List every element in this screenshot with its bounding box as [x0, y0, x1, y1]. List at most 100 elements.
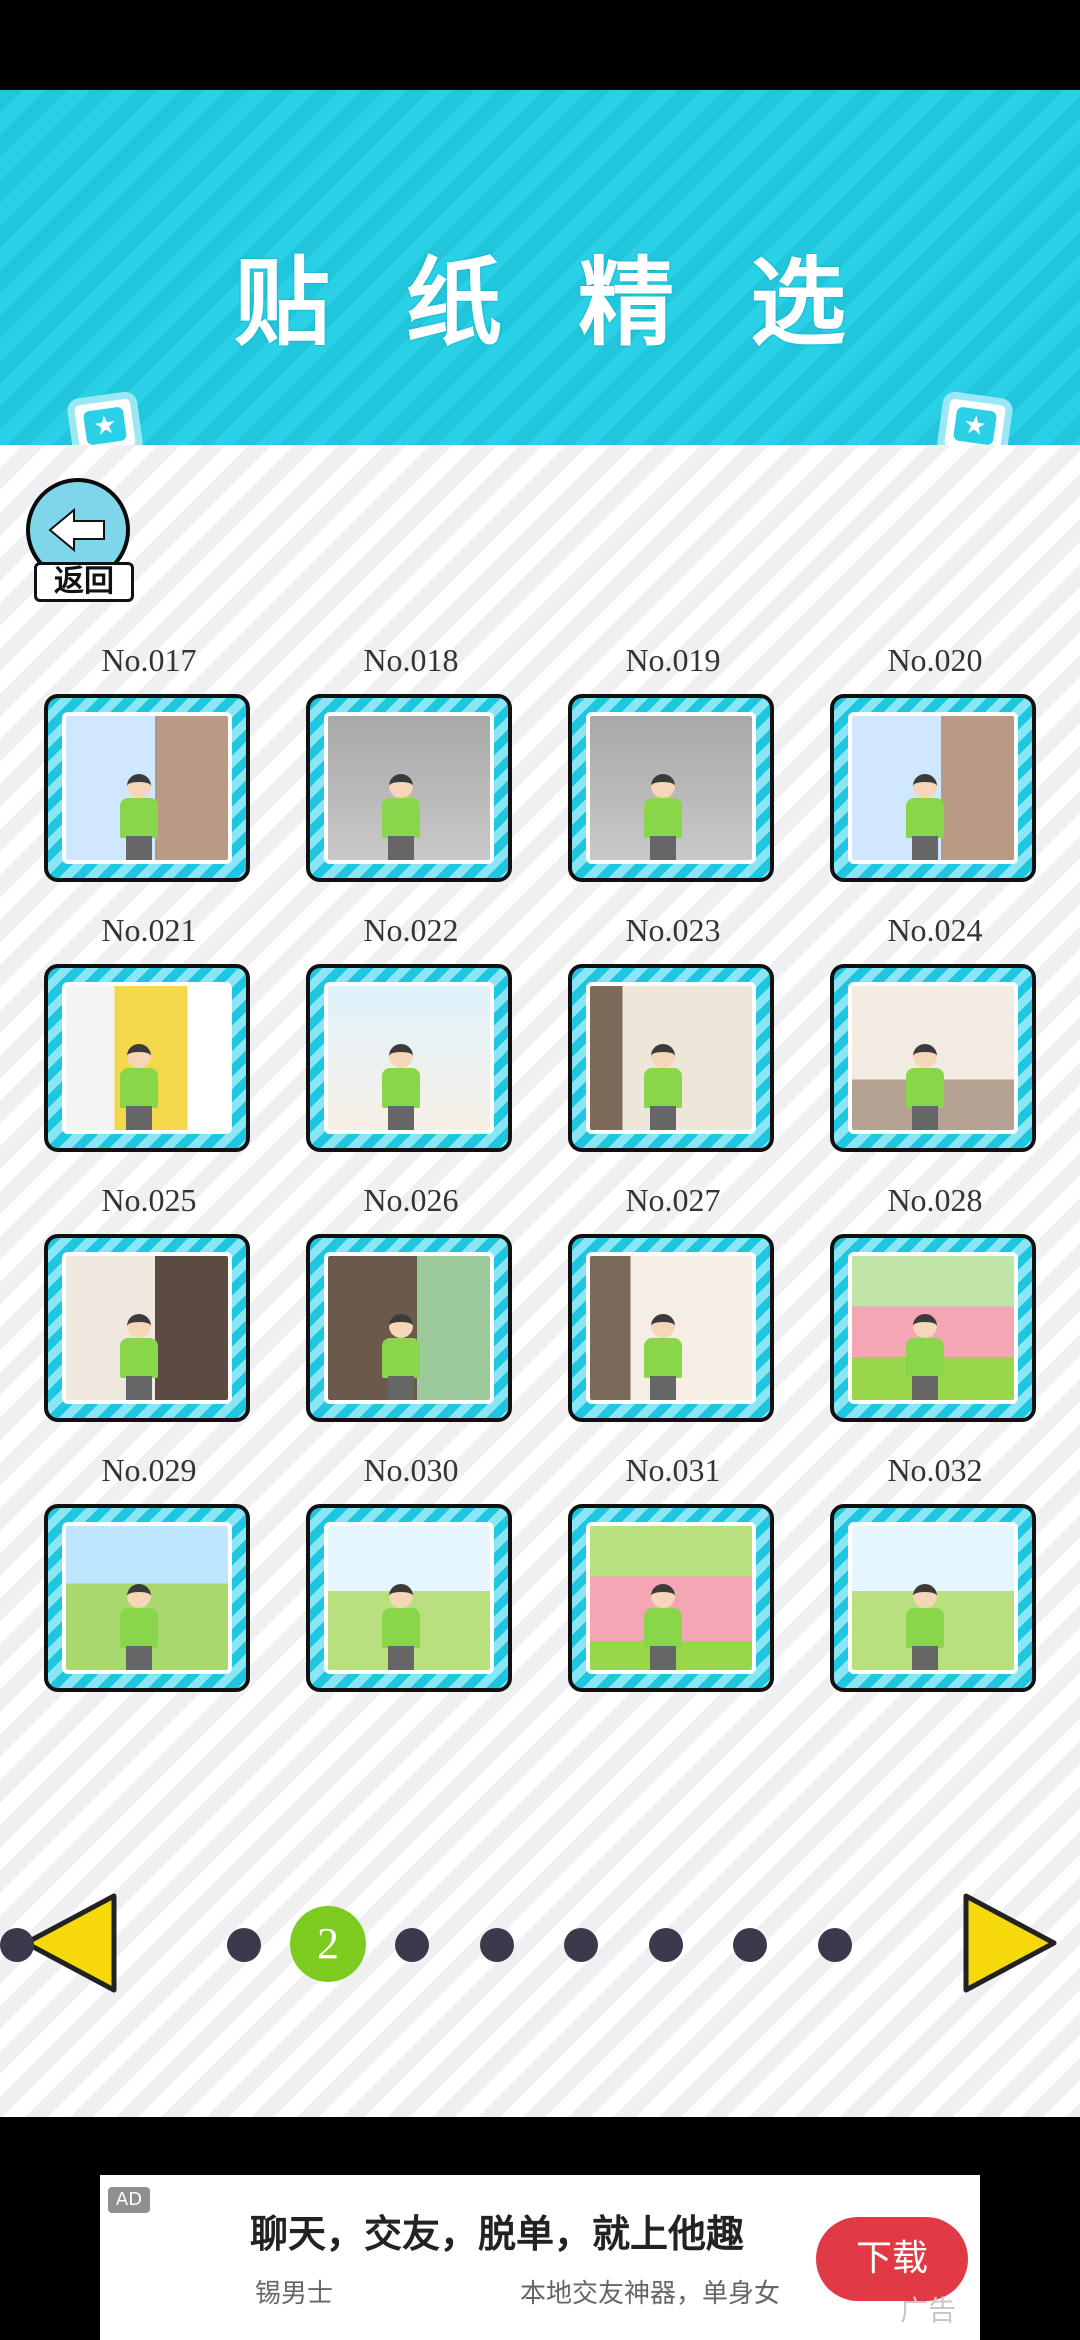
- sticker-item[interactable]: No.030: [306, 1450, 516, 1692]
- sticker-image: [62, 982, 232, 1134]
- sticker-frame[interactable]: [568, 1504, 774, 1692]
- character-figure: [640, 774, 686, 860]
- sticker-frame[interactable]: [568, 1234, 774, 1422]
- sticker-number: No.026: [363, 1182, 459, 1218]
- sticker-item[interactable]: No.018: [306, 640, 516, 882]
- sticker-item[interactable]: No.020: [830, 640, 1040, 882]
- status-bar: [0, 0, 1080, 90]
- character-figure: [116, 1044, 162, 1130]
- sticker-item[interactable]: No.023: [568, 910, 778, 1152]
- sticker-image: [848, 982, 1018, 1134]
- character-figure: [640, 1044, 686, 1130]
- sticker-item[interactable]: No.032: [830, 1450, 1040, 1692]
- sticker-number: No.023: [625, 912, 721, 948]
- prev-page-button[interactable]: [18, 1888, 128, 1998]
- sticker-number: No.019: [625, 642, 721, 678]
- sticker-item[interactable]: No.031: [568, 1450, 778, 1692]
- page-dot[interactable]: [649, 1928, 683, 1962]
- sticker-image: [324, 1252, 494, 1404]
- sticker-item[interactable]: No.022: [306, 910, 516, 1152]
- sticker-image: [848, 1522, 1018, 1674]
- sticker-frame[interactable]: [44, 694, 250, 882]
- page-indicator-active: 2: [290, 1906, 366, 1982]
- sticker-image: [848, 712, 1018, 864]
- sticker-number: No.024: [887, 912, 983, 948]
- sticker-item[interactable]: No.027: [568, 1180, 778, 1422]
- sticker-image: [324, 712, 494, 864]
- sticker-frame[interactable]: [44, 964, 250, 1152]
- back-button[interactable]: 返回: [26, 478, 138, 608]
- sticker-number: No.031: [625, 1452, 721, 1488]
- page-dot[interactable]: [480, 1928, 514, 1962]
- ad-subtext: 本地交友神器，单身女: [520, 2279, 781, 2309]
- sticker-number: No.017: [101, 642, 197, 678]
- sticker-number: No.027: [625, 1182, 721, 1218]
- character-figure: [902, 1314, 948, 1400]
- sticker-number: No.021: [101, 912, 197, 948]
- page-dot[interactable]: [564, 1928, 598, 1962]
- character-figure: [116, 1584, 162, 1670]
- sticker-item[interactable]: No.024: [830, 910, 1040, 1152]
- character-figure: [902, 774, 948, 860]
- character-figure: [116, 774, 162, 860]
- sticker-frame[interactable]: [44, 1504, 250, 1692]
- sticker-frame[interactable]: [306, 1234, 512, 1422]
- sticker-item[interactable]: No.017: [44, 640, 254, 882]
- character-figure: [378, 1314, 424, 1400]
- sticker-number: No.018: [363, 642, 459, 678]
- sticker-image: [62, 1252, 232, 1404]
- character-figure: [378, 1044, 424, 1130]
- sticker-item[interactable]: No.021: [44, 910, 254, 1152]
- page-title: 贴纸精选: [234, 247, 922, 359]
- sticker-frame[interactable]: [306, 1504, 512, 1692]
- character-figure: [378, 774, 424, 860]
- sticker-item[interactable]: No.029: [44, 1450, 254, 1692]
- sticker-number: No.032: [887, 1452, 983, 1488]
- sticker-frame[interactable]: [568, 694, 774, 882]
- sticker-item[interactable]: No.026: [306, 1180, 516, 1422]
- sticker-image: [586, 982, 756, 1134]
- character-figure: [116, 1314, 162, 1400]
- character-figure: [640, 1314, 686, 1400]
- page-dot[interactable]: [818, 1928, 852, 1962]
- sticker-item[interactable]: No.019: [568, 640, 778, 882]
- sticker-frame[interactable]: [44, 1234, 250, 1422]
- character-figure: [902, 1044, 948, 1130]
- ad-subtext: 锡男士: [255, 2279, 334, 2309]
- page-dot[interactable]: [0, 1928, 34, 1962]
- sticker-image: [586, 712, 756, 864]
- next-page-button[interactable]: [952, 1888, 1062, 1998]
- ad-headline: 聊天，交友，脱单，就上他趣: [250, 2212, 745, 2256]
- sticker-image: [324, 1522, 494, 1674]
- character-figure: [902, 1584, 948, 1670]
- sticker-frame[interactable]: [306, 694, 512, 882]
- sticker-number: No.025: [101, 1182, 197, 1218]
- sticker-frame[interactable]: [830, 694, 1036, 882]
- sticker-number: No.020: [887, 642, 983, 678]
- ad-tag: AD: [108, 2187, 150, 2213]
- sticker-image: [848, 1252, 1018, 1404]
- sticker-number: No.028: [887, 1182, 983, 1218]
- sticker-frame[interactable]: [830, 964, 1036, 1152]
- sticker-frame[interactable]: [830, 1234, 1036, 1422]
- sticker-image: [324, 982, 494, 1134]
- triangle-left-icon: [23, 1893, 117, 1993]
- sticker-item[interactable]: No.025: [44, 1180, 254, 1422]
- sticker-item[interactable]: No.028: [830, 1180, 1040, 1422]
- ad-corner-label: 广告: [900, 2294, 957, 2327]
- page-dot[interactable]: [227, 1928, 261, 1962]
- sticker-number: No.022: [363, 912, 459, 948]
- ad-banner[interactable]: AD 聊天，交友，脱单，就上他趣 锡男士 本地交友神器，单身女 下载 广告: [100, 2175, 980, 2340]
- sticker-frame[interactable]: [830, 1504, 1036, 1692]
- sticker-frame[interactable]: [568, 964, 774, 1152]
- page-dot[interactable]: [733, 1928, 767, 1962]
- character-figure: [378, 1584, 424, 1670]
- sticker-image: [62, 1522, 232, 1674]
- sticker-image: [586, 1522, 756, 1674]
- sticker-number: No.029: [101, 1452, 197, 1488]
- triangle-right-icon: [963, 1893, 1057, 1993]
- sticker-image: [62, 712, 232, 864]
- sticker-frame[interactable]: [306, 964, 512, 1152]
- character-figure: [640, 1584, 686, 1670]
- page-dot[interactable]: [395, 1928, 429, 1962]
